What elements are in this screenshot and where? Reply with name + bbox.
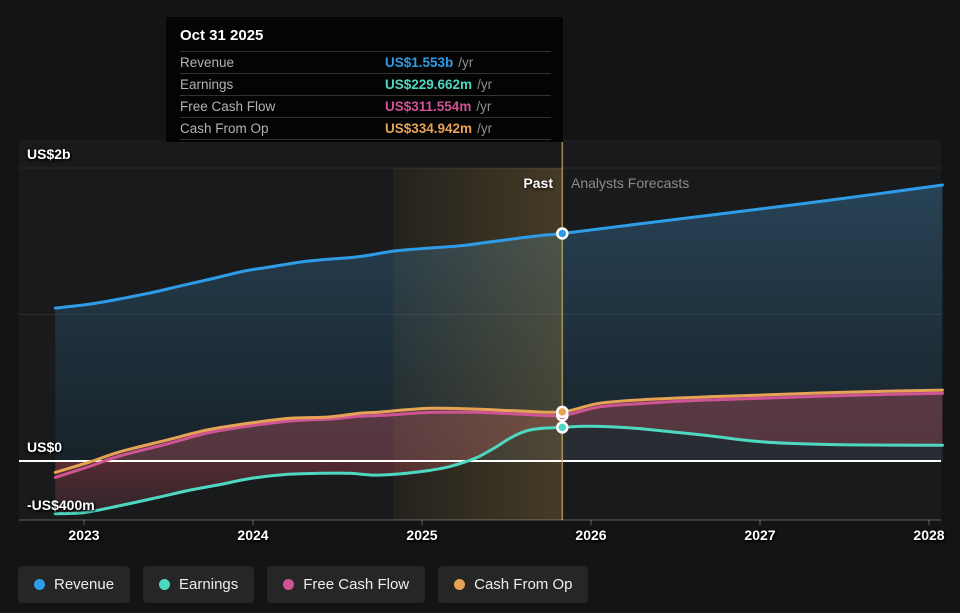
tooltip-label-revenue: Revenue: [180, 55, 385, 70]
tooltip-label-earnings: Earnings: [180, 77, 385, 92]
analysts-forecasts-label: Analysts Forecasts: [571, 175, 689, 191]
tooltip-row-cash-from-op: Cash From Op US$334.942m /yr: [180, 117, 551, 140]
tooltip-value-earnings: US$229.662m: [385, 77, 472, 92]
tooltip-row-earnings: Earnings US$229.662m /yr: [180, 73, 551, 95]
tooltip-value-cash-from-op: US$334.942m: [385, 121, 472, 136]
legend-item-free-cash-flow[interactable]: Free Cash Flow: [267, 566, 425, 603]
revenue-marker: [557, 229, 567, 239]
legend-label-revenue: Revenue: [54, 576, 114, 593]
legend-label-free-cash-flow: Free Cash Flow: [303, 576, 409, 593]
past-label: Past: [523, 175, 553, 191]
tooltip-suffix-revenue: /yr: [458, 55, 473, 70]
legend-item-cash-from-op[interactable]: Cash From Op: [438, 566, 588, 603]
chart-page: US$2b US$0 -US$400m 2023 2024 2025 2026 …: [0, 0, 960, 613]
tooltip-value-free-cash-flow: US$311.554m: [385, 99, 471, 114]
x-tick-2026: 2026: [575, 527, 606, 543]
legend-label-earnings: Earnings: [179, 576, 238, 593]
tooltip-label-cash-from-op: Cash From Op: [180, 121, 385, 136]
tooltip-row-revenue: Revenue US$1.553b /yr: [180, 51, 551, 73]
x-tick-2027: 2027: [744, 527, 775, 543]
free-cash-flow-legend-dot-icon: [283, 579, 294, 590]
cash-from-op-legend-dot-icon: [454, 579, 465, 590]
y-axis-label-0: US$0: [27, 439, 62, 455]
legend: Revenue Earnings Free Cash Flow Cash Fro…: [18, 566, 588, 603]
tooltip-label-free-cash-flow: Free Cash Flow: [180, 99, 385, 114]
y-axis-label-2b: US$2b: [27, 146, 71, 162]
legend-item-revenue[interactable]: Revenue: [18, 566, 130, 603]
x-tick-2023: 2023: [68, 527, 99, 543]
cash_from_op-marker: [557, 407, 567, 417]
tooltip-value-revenue: US$1.553b: [385, 55, 453, 70]
earnings-legend-dot-icon: [159, 579, 170, 590]
legend-item-earnings[interactable]: Earnings: [143, 566, 254, 603]
tooltip-suffix-earnings: /yr: [477, 77, 492, 92]
tooltip-row-free-cash-flow: Free Cash Flow US$311.554m /yr: [180, 95, 551, 117]
revenue-legend-dot-icon: [34, 579, 45, 590]
earnings-marker: [557, 422, 567, 432]
tooltip-date: Oct 31 2025: [180, 23, 551, 51]
x-tick-2025: 2025: [406, 527, 437, 543]
x-tick-2028: 2028: [913, 527, 944, 543]
y-axis-label-neg400m: -US$400m: [27, 497, 95, 513]
past-year-highlight-band: [393, 168, 562, 520]
tooltip-suffix-cash-from-op: /yr: [477, 121, 492, 136]
tooltip-suffix-free-cash-flow: /yr: [476, 99, 491, 114]
tooltip: Oct 31 2025 Revenue US$1.553b /yr Earnin…: [166, 17, 563, 142]
legend-label-cash-from-op: Cash From Op: [474, 576, 572, 593]
x-tick-2024: 2024: [237, 527, 268, 543]
